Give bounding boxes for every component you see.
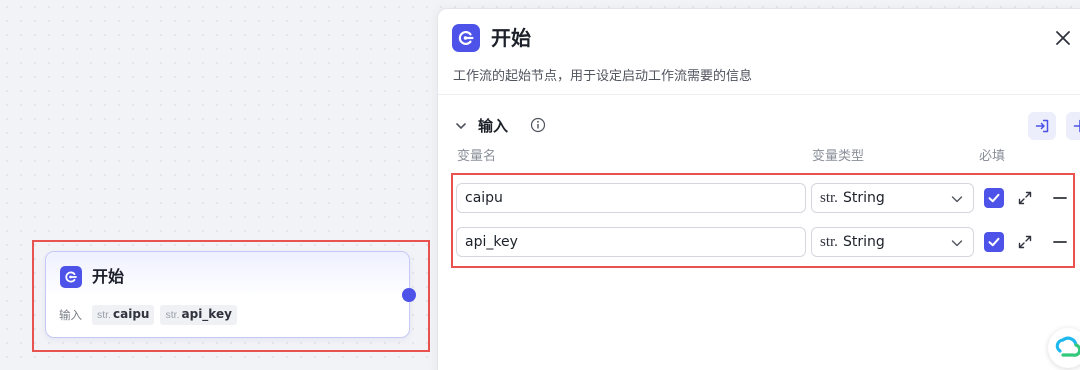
import-button[interactable]: [1028, 112, 1056, 140]
close-icon: [1056, 31, 1070, 45]
node-inputs: 输入 str. caipu str. api_key: [59, 305, 237, 325]
required-checkbox[interactable]: [984, 188, 1004, 208]
chevron-down-icon: [951, 196, 963, 203]
column-header-type: 变量类型: [812, 149, 865, 164]
chip-type: str.: [97, 309, 112, 321]
cloud-logo-icon[interactable]: [1048, 328, 1080, 368]
plus-icon: [1073, 119, 1080, 133]
type-prefix: str.: [820, 233, 838, 250]
node-inputs-label: 输入: [59, 308, 82, 322]
column-header-required: 必填: [979, 149, 1006, 164]
check-icon: [988, 193, 1000, 203]
type-label: String: [842, 234, 885, 250]
import-icon: [1035, 119, 1049, 133]
info-icon[interactable]: [530, 117, 546, 133]
variable-name-input[interactable]: [456, 183, 806, 213]
expand-icon[interactable]: [1016, 233, 1034, 251]
node-title: 开始: [92, 267, 125, 286]
chevron-down-icon: [951, 240, 963, 247]
required-checkbox[interactable]: [984, 232, 1004, 252]
minus-icon[interactable]: [1051, 233, 1069, 251]
panel-title: 开始: [491, 26, 531, 50]
type-prefix: str.: [820, 189, 838, 206]
chip-name: caipu: [113, 307, 150, 321]
chip-type: str.: [165, 309, 180, 321]
check-icon: [988, 237, 1000, 247]
start-node-icon: [452, 24, 480, 52]
column-header-name: 变量名: [457, 149, 497, 164]
start-node-card[interactable]: 开始 输入 str. caipu str. api_key: [45, 251, 410, 338]
start-node-icon: [60, 266, 82, 288]
panel-header: 开始 工作流的起始节点，用于设定启动工作流需要的信息: [438, 9, 1080, 95]
chip-name: api_key: [181, 307, 232, 321]
input-chip: str. api_key: [160, 305, 237, 325]
variable-name-input[interactable]: [456, 227, 806, 257]
input-section-header: 输入: [453, 112, 1080, 140]
output-port[interactable]: [402, 288, 416, 302]
chevron-down-icon[interactable]: [453, 118, 469, 134]
add-variable-button[interactable]: [1066, 112, 1080, 140]
close-button[interactable]: [1050, 25, 1076, 51]
expand-icon[interactable]: [1016, 189, 1034, 207]
variable-type-select[interactable]: str. String: [811, 183, 974, 213]
variable-row: str. String: [456, 183, 1076, 213]
type-label: String: [842, 190, 885, 206]
variable-row: str. String: [456, 227, 1076, 257]
section-title: 输入: [478, 117, 509, 135]
input-chip: str. caipu: [92, 305, 155, 325]
panel-description: 工作流的起始节点，用于设定启动工作流需要的信息: [453, 69, 753, 84]
minus-icon[interactable]: [1051, 189, 1069, 207]
variable-type-select[interactable]: str. String: [811, 227, 974, 257]
